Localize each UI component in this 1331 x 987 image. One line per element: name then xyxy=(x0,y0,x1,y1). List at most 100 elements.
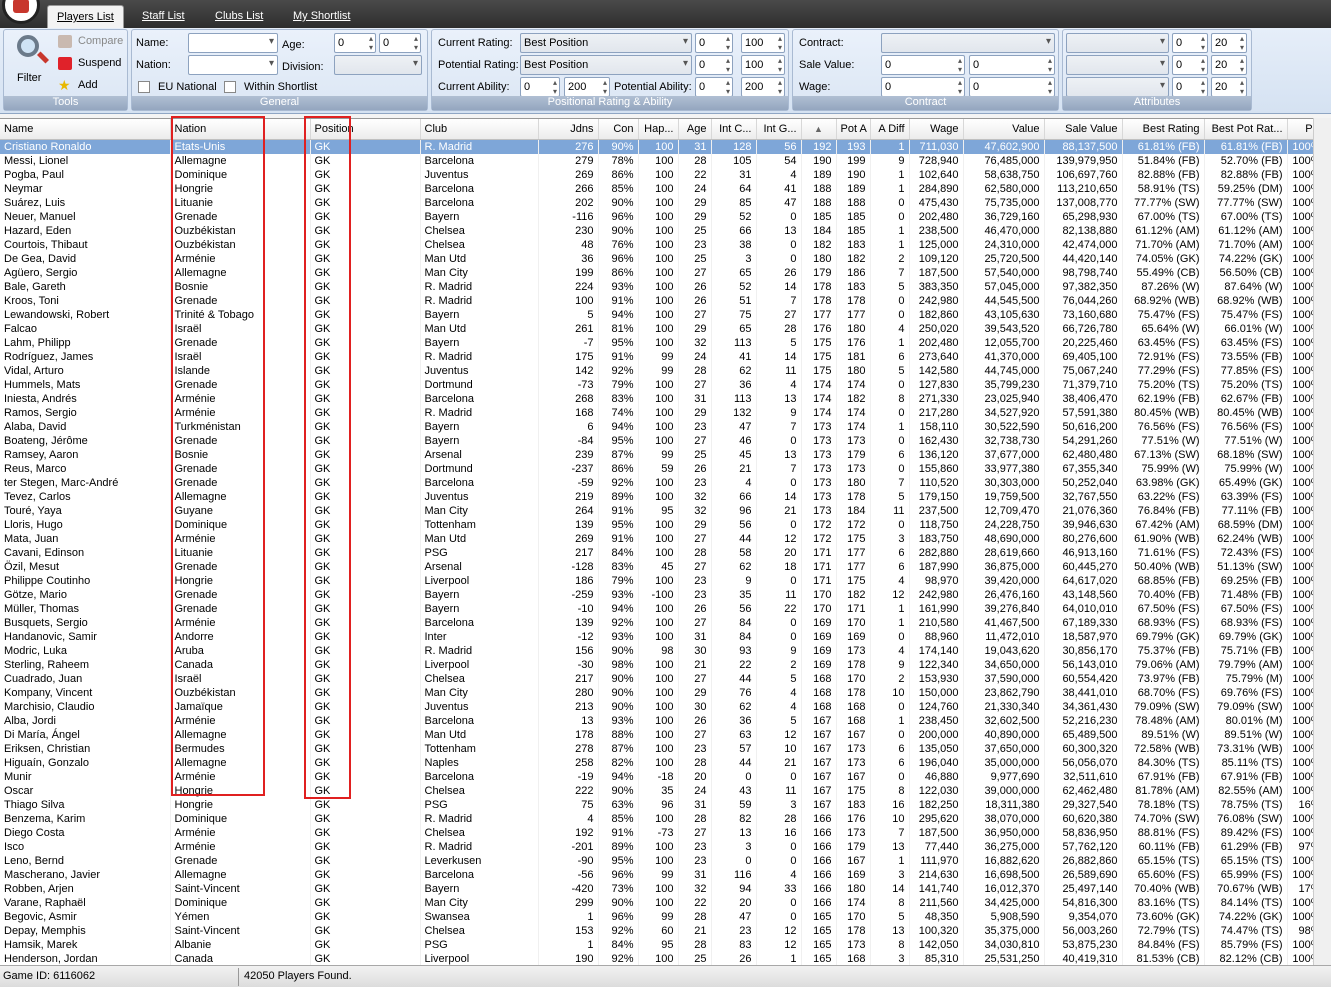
suspend-button[interactable]: Suspend xyxy=(58,55,126,73)
column-header[interactable]: Int G... xyxy=(756,119,802,140)
attr3-max-spinner[interactable]: 20 xyxy=(1211,77,1247,97)
attr1-max-spinner[interactable]: 20 xyxy=(1211,33,1247,53)
table-row[interactable]: Touré, Yaya Guyane GK Man City 264 91% 95 32 96 2… xyxy=(0,503,1326,518)
column-header[interactable]: Value xyxy=(963,119,1045,140)
table-row[interactable]: Müller, Thomas Grenade GK Bayern -10 94% 100 26… xyxy=(0,601,1326,616)
attr1-min-spinner[interactable]: 0 xyxy=(1172,33,1208,53)
tab-my-shortlist[interactable]: My Shortlist xyxy=(284,5,359,28)
column-header[interactable]: Club xyxy=(420,119,539,140)
table-row[interactable]: Higuaín, Gonzalo Allemagne GK Naples 258 82% 1… xyxy=(0,755,1326,770)
table-row[interactable]: Falcao Israël GK Man Utd 261 81% 100 29 65 28 176 1… xyxy=(0,321,1326,336)
column-header[interactable]: Hap... xyxy=(638,119,679,140)
table-row[interactable]: Depay, Memphis Saint-Vincent GK Chelsea 153 9… xyxy=(0,923,1326,938)
table-row[interactable]: Ramos, Sergio Arménie GK R. Madrid 168 74% 100… xyxy=(0,405,1326,420)
division-combo[interactable] xyxy=(334,55,422,75)
table-row[interactable]: Alba, Jordi Arménie GK Barcelona 13 93% 100 26 3… xyxy=(0,713,1326,728)
column-header[interactable]: Position xyxy=(310,119,421,140)
table-row[interactable]: Eriksen, Christian Bermudes GK Tottenham 278… xyxy=(0,741,1326,756)
table-row[interactable]: Boateng, Jérôme Grenade GK Bayern -84 95% 100 2… xyxy=(0,433,1326,448)
table-row[interactable]: Isco Arménie GK R. Madrid -201 89% 100 23 3 0 166 1… xyxy=(0,839,1326,854)
table-row[interactable]: Begovic, Asmir Yémen GK Swansea 1 96% 99 28 47 0 1… xyxy=(0,909,1326,924)
table-row[interactable]: Lloris, Hugo Dominique GK Tottenham 139 95% 10… xyxy=(0,517,1326,532)
attribute-1-combo[interactable] xyxy=(1066,33,1169,53)
table-row[interactable]: Cavani, Edinson Lituanie GK PSG 217 84% 100 28 5… xyxy=(0,545,1326,560)
tab-players-list[interactable]: Players List xyxy=(47,5,124,28)
table-row[interactable]: Iniesta, Andrés Arménie GK Barcelona 268 83% 1… xyxy=(0,391,1326,406)
table-row[interactable]: Agüero, Sergio Allemagne GK Man City 199 86% 1… xyxy=(0,265,1326,280)
age-min-spinner[interactable]: 0 xyxy=(334,33,376,53)
attr2-min-spinner[interactable]: 0 xyxy=(1172,55,1208,75)
contract-combo[interactable] xyxy=(881,33,1055,53)
age-max-spinner[interactable]: 0 xyxy=(379,33,421,53)
column-header[interactable]: Name xyxy=(0,119,171,140)
name-combo[interactable] xyxy=(188,33,278,53)
attribute-2-combo[interactable] xyxy=(1066,55,1169,75)
table-row[interactable]: Neuer, Manuel Grenade GK Bayern -116 96% 100 29… xyxy=(0,209,1326,224)
table-row[interactable]: Munir Arménie GK Barcelona -19 94% -18 20 0 0 167 1… xyxy=(0,769,1326,784)
table-row[interactable]: Modric, Luka Aruba GK R. Madrid 156 90% 98 30 93… xyxy=(0,643,1326,658)
sale-min-spinner[interactable]: 0 xyxy=(881,55,965,75)
column-header[interactable]: Nation xyxy=(170,119,311,140)
tab-staff-list[interactable]: Staff List xyxy=(133,5,194,28)
column-header[interactable]: Pot A xyxy=(836,119,871,140)
table-row[interactable]: Kompany, Vincent Ouzbékistan GK Man City 280… xyxy=(0,685,1326,700)
vertical-scrollbar[interactable] xyxy=(1313,118,1331,965)
table-row[interactable]: Busquets, Sergio Arménie GK Barcelona 139 92%… xyxy=(0,615,1326,630)
table-row[interactable]: Tevez, Carlos Allemagne GK Juventus 219 89% 10… xyxy=(0,489,1326,504)
table-row[interactable]: Philippe Coutinho Hongrie GK Liverpool 186 79… xyxy=(0,573,1326,588)
table-row[interactable]: Lahm, Philipp Grenade GK Bayern -7 95% 100 32 11… xyxy=(0,335,1326,350)
sort-indicator-header[interactable]: ▲ xyxy=(801,119,837,140)
column-header[interactable]: Con xyxy=(598,119,639,140)
table-row[interactable]: De Gea, David Arménie GK Man Utd 36 96% 100 25 3… xyxy=(0,251,1326,266)
table-row[interactable]: Varane, Raphaël Dominique GK Man City 299 90%… xyxy=(0,895,1326,910)
column-header[interactable]: Int C... xyxy=(711,119,757,140)
ca-max-spinner[interactable]: 200 xyxy=(564,77,610,97)
column-header[interactable]: Jdns xyxy=(538,119,599,140)
table-row[interactable]: Reus, Marco Grenade GK Dortmund -237 86% 59 26 2… xyxy=(0,461,1326,476)
table-row[interactable]: Rodríguez, James Israël GK R. Madrid 175 91% 9… xyxy=(0,349,1326,364)
compare-button[interactable]: Compare xyxy=(58,33,126,51)
current-rating-combo[interactable]: Best Position xyxy=(520,33,692,53)
table-row[interactable]: Marchisio, Claudio Jamaïque GK Juventus 213 9… xyxy=(0,699,1326,714)
table-row[interactable]: Cuadrado, Juan Israël GK Chelsea 217 90% 100 27… xyxy=(0,671,1326,686)
column-header[interactable]: Sale Value xyxy=(1044,119,1123,140)
pa-max-spinner[interactable]: 200 xyxy=(741,77,785,97)
table-row[interactable]: Neymar Hongrie GK Barcelona 266 85% 100 24 64 41 1… xyxy=(0,181,1326,196)
table-row[interactable]: Bale, Gareth Bosnie GK R. Madrid 224 93% 100 26… xyxy=(0,279,1326,294)
table-row[interactable]: Henderson, Jordan Canada GK Liverpool 190 92%… xyxy=(0,951,1326,965)
nation-combo[interactable] xyxy=(188,55,278,75)
column-header[interactable]: Wage xyxy=(909,119,964,140)
column-header[interactable]: A Diff xyxy=(870,119,910,140)
table-row[interactable]: Özil, Mesut Grenade GK Arsenal -128 83% 45 27 62… xyxy=(0,559,1326,574)
table-row[interactable]: Suárez, Luis Lituanie GK Barcelona 202 90% 100… xyxy=(0,195,1326,210)
attribute-3-combo[interactable] xyxy=(1066,77,1169,97)
sale-max-spinner[interactable]: 0 xyxy=(969,55,1055,75)
table-row[interactable]: Götze, Mario Grenade GK Bayern -259 93% -100 23… xyxy=(0,587,1326,602)
table-row[interactable]: Hummels, Mats Grenade GK Dortmund -73 79% 100 2… xyxy=(0,377,1326,392)
table-row[interactable]: Leno, Bernd Grenade GK Leverkusen -90 95% 100 2… xyxy=(0,853,1326,868)
column-header[interactable]: Best Rating xyxy=(1122,119,1205,140)
table-row[interactable]: Handanovic, Samir Andorre GK Inter -12 93% 100… xyxy=(0,629,1326,644)
wage-max-spinner[interactable]: 0 xyxy=(969,77,1055,97)
table-row[interactable]: Mascherano, Javier Allemagne GK Barcelona -5… xyxy=(0,867,1326,882)
table-row[interactable]: Robben, Arjen Saint-Vincent GK Bayern -420 73… xyxy=(0,881,1326,896)
eu-national-checkbox[interactable] xyxy=(138,81,150,93)
table-row[interactable]: Vidal, Arturo Islande GK Juventus 142 92% 99 28… xyxy=(0,363,1326,378)
pa-min-spinner[interactable]: 0 xyxy=(695,77,733,97)
table-row[interactable]: Lewandowski, Robert Trinité & Tobago GK Bay… xyxy=(0,307,1326,322)
table-row[interactable]: Cristiano Ronaldo Etats-Unis GK R. Madrid 27… xyxy=(0,139,1326,154)
table-row[interactable]: Thiago Silva Hongrie GK PSG 75 63% 96 31 59 3 167 1… xyxy=(0,797,1326,812)
wage-min-spinner[interactable]: 0 xyxy=(881,77,965,97)
table-row[interactable]: Benzema, Karim Dominique GK R. Madrid 4 85% 10… xyxy=(0,811,1326,826)
table-row[interactable]: Diego Costa Arménie GK Chelsea 192 91% -73 27 13… xyxy=(0,825,1326,840)
table-row[interactable]: Mata, Juan Arménie GK Man Utd 269 91% 100 27 44 1… xyxy=(0,531,1326,546)
table-row[interactable]: ter Stegen, Marc-André Grenade GK Barcelona… xyxy=(0,475,1326,490)
column-header[interactable]: Age xyxy=(678,119,712,140)
potential-rating-combo[interactable]: Best Position xyxy=(520,55,692,75)
filter-button[interactable]: Filter xyxy=(9,32,53,92)
table-row[interactable]: Alaba, David Turkménistan GK Bayern 6 94% 100 2… xyxy=(0,419,1326,434)
table-row[interactable]: Hazard, Eden Ouzbékistan GK Chelsea 230 90% 10… xyxy=(0,223,1326,238)
table-row[interactable]: Di María, Ángel Allemagne GK Man Utd 178 88% 1… xyxy=(0,727,1326,742)
table-row[interactable]: Oscar Hongrie GK Chelsea 222 90% 35 24 43 11 167 17… xyxy=(0,783,1326,798)
column-header[interactable]: Best Pot Rat... xyxy=(1204,119,1288,140)
